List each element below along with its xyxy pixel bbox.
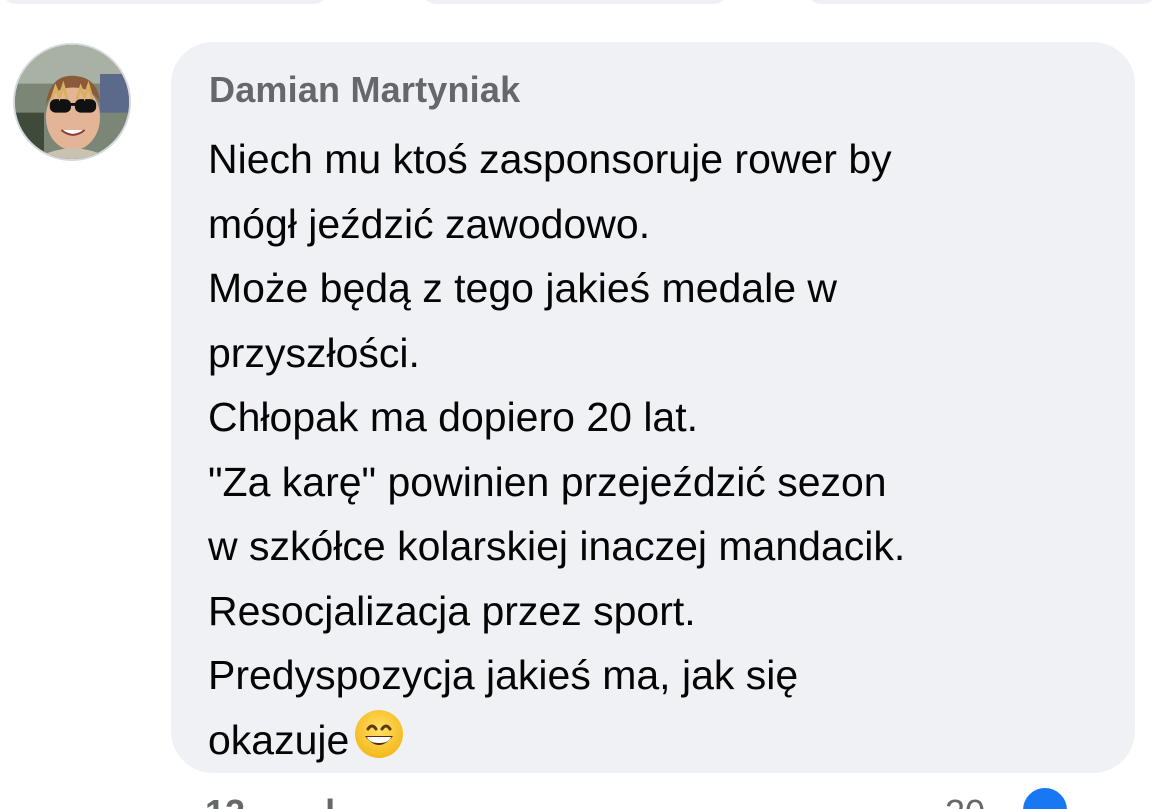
comment-timestamp: 12	[205, 792, 245, 809]
comment-line: przyszłości.	[208, 329, 420, 376]
comment-text: Niech mu ktoś zasponsoruje rower by mógł…	[208, 127, 1118, 772]
comment-meta: 12 l	[205, 792, 335, 809]
like-icon	[1020, 785, 1070, 809]
user-avatar-icon	[15, 45, 129, 159]
comment-line: Chłopak ma dopiero 20 lat.	[208, 394, 699, 440]
comment-line: Resocjalizacja przez sport.	[208, 587, 696, 634]
comment-author[interactable]: Damian Martyniak	[209, 69, 520, 111]
comment-line: "Za karę" powinien przejeździć sezon	[208, 458, 887, 505]
avatar[interactable]	[13, 43, 131, 161]
comment-line: Może będą z tego jakieś medale w	[208, 265, 838, 311]
reaction-count[interactable]: 20	[945, 792, 985, 809]
comment-line-text: okazuje	[208, 716, 350, 763]
previous-item-edge	[0, 0, 330, 4]
comment-line: w szkółce kolarskiej inaczej mandacik.	[208, 523, 906, 569]
comment-line: Niech mu ktoś zasponsoruje rower by	[208, 136, 892, 182]
like-link[interactable]: l	[325, 792, 335, 809]
comment-line: Predyspozycja jakieś ma, jak się	[208, 652, 799, 698]
previous-item-edge	[420, 0, 730, 4]
comment-bubble: Damian Martyniak Niech mu ktoś zasponsor…	[171, 42, 1135, 773]
comment-line-last: okazuje	[208, 708, 1118, 773]
grinning-face-emoji-icon	[353, 708, 405, 760]
previous-item-edge	[805, 0, 1159, 4]
comment-line: mógł jeździć zawodowo.	[208, 200, 651, 247]
